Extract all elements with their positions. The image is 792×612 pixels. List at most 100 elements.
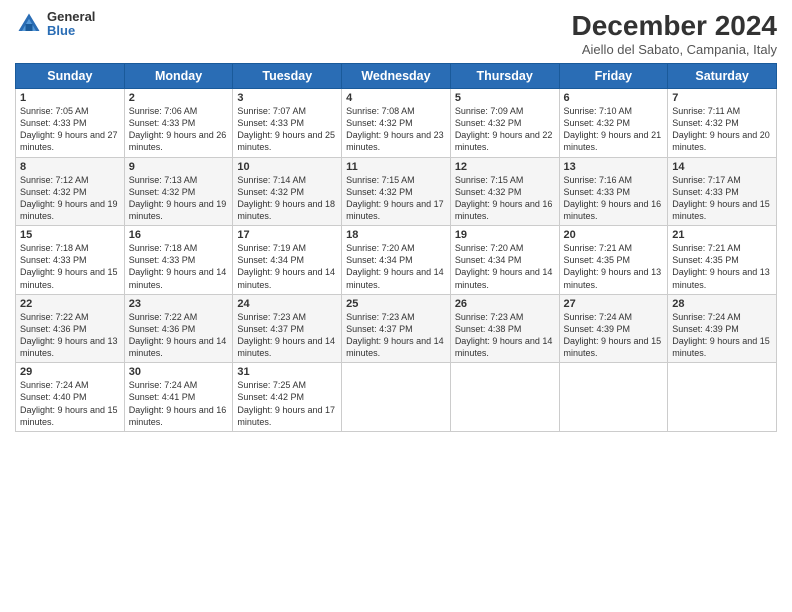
calendar-cell: 18 Sunrise: 7:20 AMSunset: 4:34 PMDaylig… xyxy=(342,226,451,295)
day-number: 23 xyxy=(129,298,229,310)
cell-info: Sunrise: 7:10 AMSunset: 4:32 PMDaylight:… xyxy=(564,106,662,152)
cell-info: Sunrise: 7:25 AMSunset: 4:42 PMDaylight:… xyxy=(237,380,335,426)
calendar-week-2: 8 Sunrise: 7:12 AMSunset: 4:32 PMDayligh… xyxy=(16,157,777,226)
calendar-cell: 30 Sunrise: 7:24 AMSunset: 4:41 PMDaylig… xyxy=(124,363,233,432)
calendar-cell: 29 Sunrise: 7:24 AMSunset: 4:40 PMDaylig… xyxy=(16,363,125,432)
day-number: 28 xyxy=(672,298,772,310)
calendar-header-tuesday: Tuesday xyxy=(233,64,342,89)
calendar-cell: 9 Sunrise: 7:13 AMSunset: 4:32 PMDayligh… xyxy=(124,157,233,226)
day-number: 19 xyxy=(455,229,555,241)
cell-info: Sunrise: 7:20 AMSunset: 4:34 PMDaylight:… xyxy=(346,243,444,289)
day-number: 21 xyxy=(672,229,772,241)
cell-info: Sunrise: 7:08 AMSunset: 4:32 PMDaylight:… xyxy=(346,106,444,152)
logo-blue-text: Blue xyxy=(47,24,95,38)
calendar-cell: 26 Sunrise: 7:23 AMSunset: 4:38 PMDaylig… xyxy=(450,294,559,363)
cell-info: Sunrise: 7:18 AMSunset: 4:33 PMDaylight:… xyxy=(20,243,118,289)
calendar-header-thursday: Thursday xyxy=(450,64,559,89)
cell-info: Sunrise: 7:24 AMSunset: 4:40 PMDaylight:… xyxy=(20,380,118,426)
calendar-cell: 13 Sunrise: 7:16 AMSunset: 4:33 PMDaylig… xyxy=(559,157,668,226)
day-number: 7 xyxy=(672,92,772,104)
day-number: 11 xyxy=(346,161,446,173)
cell-info: Sunrise: 7:12 AMSunset: 4:32 PMDaylight:… xyxy=(20,175,118,221)
cell-info: Sunrise: 7:16 AMSunset: 4:33 PMDaylight:… xyxy=(564,175,662,221)
cell-info: Sunrise: 7:05 AMSunset: 4:33 PMDaylight:… xyxy=(20,106,118,152)
day-number: 1 xyxy=(20,92,120,104)
calendar-header-saturday: Saturday xyxy=(668,64,777,89)
calendar-week-5: 29 Sunrise: 7:24 AMSunset: 4:40 PMDaylig… xyxy=(16,363,777,432)
calendar-table: SundayMondayTuesdayWednesdayThursdayFrid… xyxy=(15,63,777,432)
day-number: 29 xyxy=(20,366,120,378)
page: General Blue December 2024 Aiello del Sa… xyxy=(0,0,792,612)
calendar-cell: 17 Sunrise: 7:19 AMSunset: 4:34 PMDaylig… xyxy=(233,226,342,295)
cell-info: Sunrise: 7:06 AMSunset: 4:33 PMDaylight:… xyxy=(129,106,227,152)
calendar-cell: 1 Sunrise: 7:05 AMSunset: 4:33 PMDayligh… xyxy=(16,89,125,158)
day-number: 4 xyxy=(346,92,446,104)
calendar-cell: 24 Sunrise: 7:23 AMSunset: 4:37 PMDaylig… xyxy=(233,294,342,363)
calendar-cell: 11 Sunrise: 7:15 AMSunset: 4:32 PMDaylig… xyxy=(342,157,451,226)
calendar-cell xyxy=(559,363,668,432)
day-number: 26 xyxy=(455,298,555,310)
day-number: 12 xyxy=(455,161,555,173)
day-number: 10 xyxy=(237,161,337,173)
subtitle: Aiello del Sabato, Campania, Italy xyxy=(572,42,777,57)
day-number: 27 xyxy=(564,298,664,310)
calendar-cell: 12 Sunrise: 7:15 AMSunset: 4:32 PMDaylig… xyxy=(450,157,559,226)
day-number: 3 xyxy=(237,92,337,104)
day-number: 15 xyxy=(20,229,120,241)
cell-info: Sunrise: 7:13 AMSunset: 4:32 PMDaylight:… xyxy=(129,175,227,221)
calendar-cell: 19 Sunrise: 7:20 AMSunset: 4:34 PMDaylig… xyxy=(450,226,559,295)
cell-info: Sunrise: 7:18 AMSunset: 4:33 PMDaylight:… xyxy=(129,243,227,289)
logo-text: General Blue xyxy=(47,10,95,39)
calendar-cell: 23 Sunrise: 7:22 AMSunset: 4:36 PMDaylig… xyxy=(124,294,233,363)
calendar-header-row: SundayMondayTuesdayWednesdayThursdayFrid… xyxy=(16,64,777,89)
day-number: 5 xyxy=(455,92,555,104)
cell-info: Sunrise: 7:22 AMSunset: 4:36 PMDaylight:… xyxy=(20,312,118,358)
day-number: 24 xyxy=(237,298,337,310)
cell-info: Sunrise: 7:24 AMSunset: 4:41 PMDaylight:… xyxy=(129,380,227,426)
cell-info: Sunrise: 7:15 AMSunset: 4:32 PMDaylight:… xyxy=(455,175,553,221)
calendar-cell: 28 Sunrise: 7:24 AMSunset: 4:39 PMDaylig… xyxy=(668,294,777,363)
cell-info: Sunrise: 7:20 AMSunset: 4:34 PMDaylight:… xyxy=(455,243,553,289)
day-number: 13 xyxy=(564,161,664,173)
calendar-header-friday: Friday xyxy=(559,64,668,89)
cell-info: Sunrise: 7:07 AMSunset: 4:33 PMDaylight:… xyxy=(237,106,335,152)
day-number: 14 xyxy=(672,161,772,173)
cell-info: Sunrise: 7:24 AMSunset: 4:39 PMDaylight:… xyxy=(564,312,662,358)
calendar-week-1: 1 Sunrise: 7:05 AMSunset: 4:33 PMDayligh… xyxy=(16,89,777,158)
calendar-cell: 6 Sunrise: 7:10 AMSunset: 4:32 PMDayligh… xyxy=(559,89,668,158)
cell-info: Sunrise: 7:21 AMSunset: 4:35 PMDaylight:… xyxy=(564,243,662,289)
calendar-cell: 27 Sunrise: 7:24 AMSunset: 4:39 PMDaylig… xyxy=(559,294,668,363)
title-block: December 2024 Aiello del Sabato, Campani… xyxy=(572,10,777,57)
calendar-cell xyxy=(342,363,451,432)
cell-info: Sunrise: 7:09 AMSunset: 4:32 PMDaylight:… xyxy=(455,106,553,152)
cell-info: Sunrise: 7:21 AMSunset: 4:35 PMDaylight:… xyxy=(672,243,770,289)
calendar-week-3: 15 Sunrise: 7:18 AMSunset: 4:33 PMDaylig… xyxy=(16,226,777,295)
logo-general-text: General xyxy=(47,10,95,24)
day-number: 8 xyxy=(20,161,120,173)
day-number: 17 xyxy=(237,229,337,241)
calendar-cell: 10 Sunrise: 7:14 AMSunset: 4:32 PMDaylig… xyxy=(233,157,342,226)
header: General Blue December 2024 Aiello del Sa… xyxy=(15,10,777,57)
cell-info: Sunrise: 7:19 AMSunset: 4:34 PMDaylight:… xyxy=(237,243,335,289)
day-number: 2 xyxy=(129,92,229,104)
calendar-cell: 2 Sunrise: 7:06 AMSunset: 4:33 PMDayligh… xyxy=(124,89,233,158)
calendar-cell xyxy=(668,363,777,432)
calendar-cell: 14 Sunrise: 7:17 AMSunset: 4:33 PMDaylig… xyxy=(668,157,777,226)
calendar-cell xyxy=(450,363,559,432)
calendar-cell: 22 Sunrise: 7:22 AMSunset: 4:36 PMDaylig… xyxy=(16,294,125,363)
day-number: 6 xyxy=(564,92,664,104)
cell-info: Sunrise: 7:17 AMSunset: 4:33 PMDaylight:… xyxy=(672,175,770,221)
day-number: 18 xyxy=(346,229,446,241)
cell-info: Sunrise: 7:23 AMSunset: 4:38 PMDaylight:… xyxy=(455,312,553,358)
calendar-header-wednesday: Wednesday xyxy=(342,64,451,89)
calendar-cell: 25 Sunrise: 7:23 AMSunset: 4:37 PMDaylig… xyxy=(342,294,451,363)
main-title: December 2024 xyxy=(572,10,777,42)
day-number: 25 xyxy=(346,298,446,310)
cell-info: Sunrise: 7:15 AMSunset: 4:32 PMDaylight:… xyxy=(346,175,444,221)
cell-info: Sunrise: 7:14 AMSunset: 4:32 PMDaylight:… xyxy=(237,175,335,221)
cell-info: Sunrise: 7:23 AMSunset: 4:37 PMDaylight:… xyxy=(237,312,335,358)
calendar-cell: 3 Sunrise: 7:07 AMSunset: 4:33 PMDayligh… xyxy=(233,89,342,158)
cell-info: Sunrise: 7:11 AMSunset: 4:32 PMDaylight:… xyxy=(672,106,770,152)
logo: General Blue xyxy=(15,10,95,39)
calendar-week-4: 22 Sunrise: 7:22 AMSunset: 4:36 PMDaylig… xyxy=(16,294,777,363)
